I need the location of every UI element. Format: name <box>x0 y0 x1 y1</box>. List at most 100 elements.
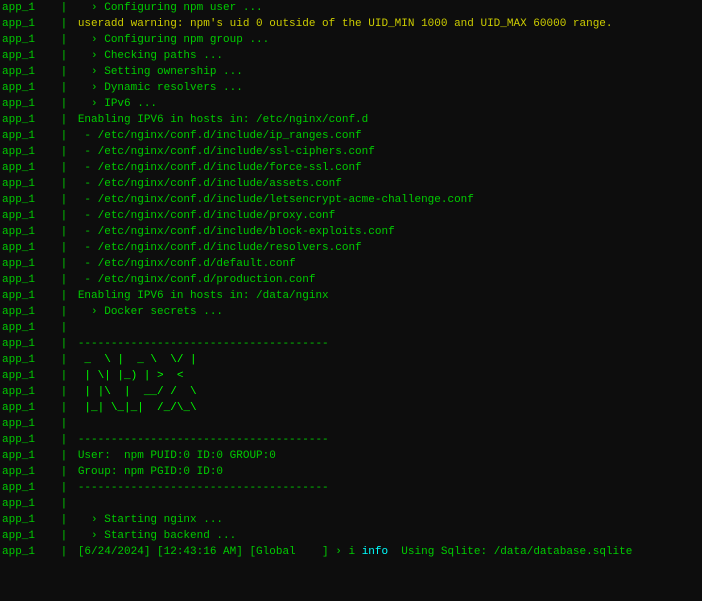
log-line: app_1 | User: npm PUID:0 ID:0 GROUP:0 <box>0 448 702 464</box>
log-content: - /etc/nginx/conf.d/include/force-ssl.co… <box>78 160 700 176</box>
log-content: -------------------------------------- <box>78 480 700 496</box>
log-sep: | <box>54 256 74 272</box>
log-prefix: app_1 <box>2 368 54 384</box>
log-content: Group: npm PGID:0 ID:0 <box>78 464 700 480</box>
log-content: -------------------------------------- <box>78 432 700 448</box>
log-line: app_1 | - /etc/nginx/conf.d/include/ip_r… <box>0 128 702 144</box>
log-prefix: app_1 <box>2 416 54 432</box>
log-prefix: app_1 <box>2 480 54 496</box>
log-sep: | <box>54 432 74 448</box>
log-prefix: app_1 <box>2 384 54 400</box>
log-line: app_1 | › Checking paths ... <box>0 48 702 64</box>
log-content: - /etc/nginx/conf.d/include/resolvers.co… <box>78 240 700 256</box>
log-line: app_1 | › Docker secrets ... <box>0 304 702 320</box>
log-sep: | <box>54 0 74 16</box>
log-line: app_1 | - /etc/nginx/conf.d/include/bloc… <box>0 224 702 240</box>
log-content <box>78 496 700 512</box>
log-sep: | <box>54 496 74 512</box>
log-sep: | <box>54 352 74 368</box>
status-message: Using Sqlite: /data/database.sqlite <box>388 544 632 560</box>
log-prefix: app_1 <box>2 512 54 528</box>
log-prefix: app_1 <box>2 304 54 320</box>
log-sep: | <box>54 304 74 320</box>
log-content: › Starting backend ... <box>78 528 700 544</box>
log-content: - /etc/nginx/conf.d/include/assets.conf <box>78 176 700 192</box>
log-sep: | <box>54 272 74 288</box>
log-sep: | <box>54 192 74 208</box>
log-sep: | <box>54 96 74 112</box>
log-prefix: app_1 <box>2 128 54 144</box>
log-line: app_1 | › Starting nginx ... <box>0 512 702 528</box>
log-content: - /etc/nginx/conf.d/include/letsencrypt-… <box>78 192 700 208</box>
log-sep: | <box>54 80 74 96</box>
log-sep: | <box>54 320 74 336</box>
log-sep: | <box>54 480 74 496</box>
log-content: -------------------------------------- <box>78 336 700 352</box>
log-sep: | <box>54 528 74 544</box>
log-sep: | <box>54 544 74 560</box>
status-date: [6/24/2024] [12:43:16 AM] [Global ] › <box>78 544 349 560</box>
log-sep: | <box>54 240 74 256</box>
log-content <box>78 320 700 336</box>
log-line: app_1 | - /etc/nginx/conf.d/default.conf <box>0 256 702 272</box>
log-content: › IPv6 ... <box>78 96 700 112</box>
log-line: app_1 | --------------------------------… <box>0 480 702 496</box>
log-content: - /etc/nginx/conf.d/include/block-exploi… <box>78 224 700 240</box>
log-content <box>78 416 700 432</box>
log-sep: | <box>54 384 74 400</box>
log-content: | |\ | __/ / \ <box>78 384 700 400</box>
log-prefix: app_1 <box>2 96 54 112</box>
log-prefix: app_1 <box>2 0 54 16</box>
log-line: app_1 | Group: npm PGID:0 ID:0 <box>0 464 702 480</box>
log-line: app_1 | <box>0 416 702 432</box>
log-sep: | <box>54 176 74 192</box>
log-line: app_1 | - /etc/nginx/conf.d/production.c… <box>0 272 702 288</box>
log-line: app_1 | - /etc/nginx/conf.d/include/prox… <box>0 208 702 224</box>
log-sep: | <box>54 336 74 352</box>
status-prefix: app_1 <box>2 544 54 560</box>
log-line: app_1 | › Dynamic resolvers ... <box>0 80 702 96</box>
log-prefix: app_1 <box>2 64 54 80</box>
log-sep: | <box>54 512 74 528</box>
log-line: app_1 | - /etc/nginx/conf.d/include/ssl-… <box>0 144 702 160</box>
log-prefix: app_1 <box>2 32 54 48</box>
log-content: › Setting ownership ... <box>78 64 700 80</box>
log-prefix: app_1 <box>2 160 54 176</box>
log-prefix: app_1 <box>2 240 54 256</box>
log-content: Enabling IPV6 in hosts in: /etc/nginx/co… <box>78 112 700 128</box>
log-sep: | <box>54 416 74 432</box>
log-line: app_1 | - /etc/nginx/conf.d/include/asse… <box>0 176 702 192</box>
log-sep: | <box>54 64 74 80</box>
log-sep: | <box>54 208 74 224</box>
log-line: app_1 | › Setting ownership ... <box>0 64 702 80</box>
log-sep: | <box>54 112 74 128</box>
log-content: - /etc/nginx/conf.d/include/ssl-ciphers.… <box>78 144 700 160</box>
log-content: - /etc/nginx/conf.d/production.conf <box>78 272 700 288</box>
log-line: app_1 | --------------------------------… <box>0 336 702 352</box>
status-info-label: info <box>362 544 388 560</box>
log-line: app_1 | - /etc/nginx/conf.d/include/forc… <box>0 160 702 176</box>
log-prefix: app_1 <box>2 288 54 304</box>
log-content: - /etc/nginx/conf.d/default.conf <box>78 256 700 272</box>
log-content: _ \ | _ \ \/ | <box>78 352 700 368</box>
log-prefix: app_1 <box>2 16 54 32</box>
log-content: › Dynamic resolvers ... <box>78 80 700 96</box>
log-sep: | <box>54 128 74 144</box>
log-prefix: app_1 <box>2 448 54 464</box>
log-sep: | <box>54 16 74 32</box>
log-content: - /etc/nginx/conf.d/include/proxy.conf <box>78 208 700 224</box>
log-line: app_1 | | |\ | __/ / \ <box>0 384 702 400</box>
log-sep: | <box>54 288 74 304</box>
log-content: | \| |_) | > < <box>78 368 700 384</box>
terminal: app_1 | › Configuring npm user ... app_1… <box>0 0 702 601</box>
log-content: - /etc/nginx/conf.d/include/ip_ranges.co… <box>78 128 700 144</box>
log-content: useradd warning: npm's uid 0 outside of … <box>78 16 700 32</box>
log-line: app_1 | <box>0 320 702 336</box>
log-line: app_1 | Enabling IPV6 in hosts in: /data… <box>0 288 702 304</box>
log-line: app_1 | _ \ | _ \ \/ | <box>0 352 702 368</box>
log-sep: | <box>54 224 74 240</box>
log-line: app_1 | Enabling IPV6 in hosts in: /etc/… <box>0 112 702 128</box>
log-prefix: app_1 <box>2 432 54 448</box>
log-line: app_1 | - /etc/nginx/conf.d/include/lets… <box>0 192 702 208</box>
log-prefix: app_1 <box>2 464 54 480</box>
